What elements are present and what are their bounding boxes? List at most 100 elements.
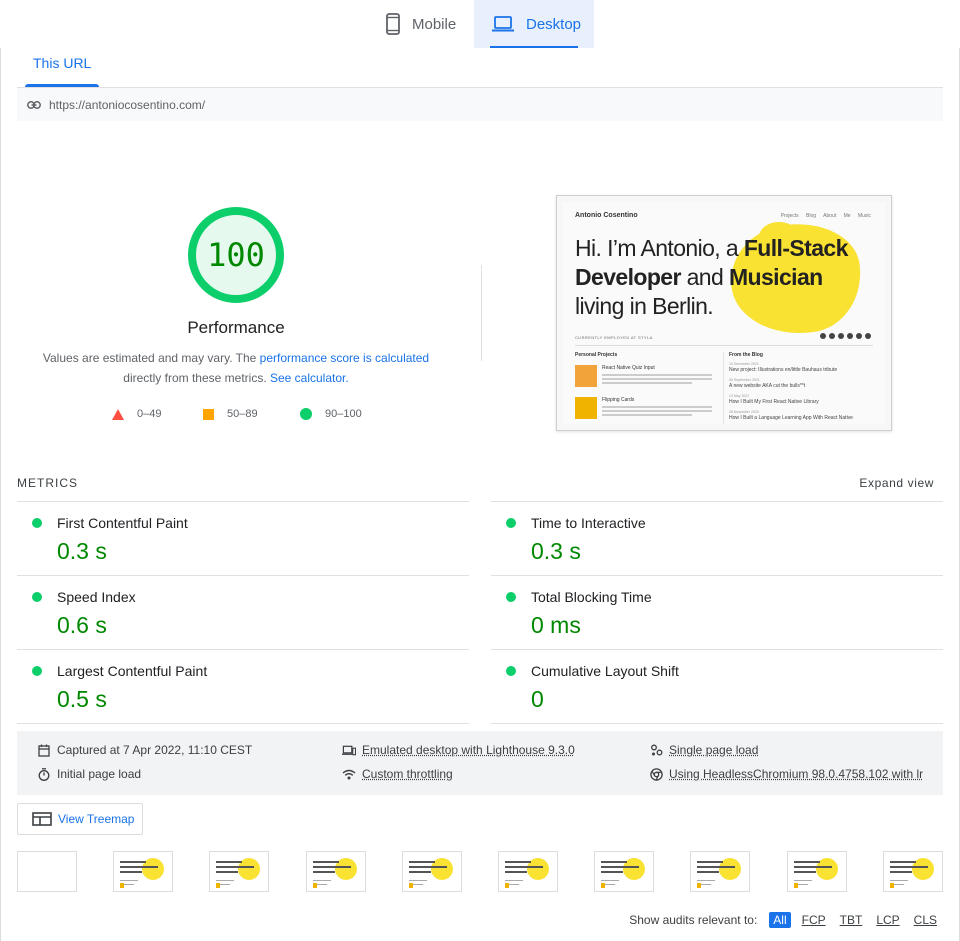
site-column-divider (723, 352, 724, 424)
filter-lcp[interactable]: LCP (873, 912, 902, 928)
devices-icon (342, 743, 356, 757)
project-line (602, 382, 692, 384)
project-thumb (575, 397, 597, 419)
site-brand: Antonio Cosentino (575, 212, 638, 219)
initial-page-load: Initial page load (37, 767, 141, 781)
circle-icon (300, 408, 312, 420)
filter-cls[interactable]: CLS (911, 912, 940, 928)
filmstrip-frame (690, 851, 750, 892)
report-frame (0, 48, 960, 941)
tab-this-url[interactable]: This URL (33, 55, 91, 71)
filmstrip-frame (306, 851, 366, 892)
throttling-text: Custom throttling (362, 767, 453, 781)
triangle-icon (112, 408, 124, 420)
metric-cls: Cumulative Layout Shift 0 (491, 649, 943, 724)
filter-tbt[interactable]: TBT (837, 912, 866, 928)
final-screenshot[interactable]: Antonio Cosentino Projects Blog About Me… (556, 195, 892, 431)
blog-item: 06 September 2021 A new website AKA cut t… (729, 378, 874, 389)
performance-score: 100 (207, 236, 265, 274)
hero-text-a: Hi. I’m Antonio, a (575, 235, 744, 261)
metric-tti: Time to Interactive 0.3 s (491, 501, 943, 575)
see-calculator-link[interactable]: See calculator. (270, 371, 349, 385)
metric-value: 0.3 s (531, 538, 581, 564)
tested-url: https://antoniocosentino.com/ (49, 97, 206, 112)
perf-desc-text-2: directly from these metrics. (123, 371, 270, 385)
audit-filter-label: Show audits relevant to: (629, 913, 758, 927)
tab-mobile-label: Mobile (412, 15, 457, 33)
network-throttling[interactable]: Custom throttling (342, 767, 453, 781)
filmstrip-frame-blank (17, 851, 77, 892)
legend-average-label: 50–89 (227, 408, 258, 420)
project-line (602, 410, 712, 412)
metric-name: First Contentful Paint (57, 515, 188, 531)
filmstrip-frame (498, 851, 558, 892)
filmstrip-frame (594, 851, 654, 892)
legend-pass: 90–100 (300, 408, 362, 420)
vertical-divider (481, 265, 482, 361)
single-page-session[interactable]: Single page load (649, 743, 758, 757)
initial-load-text: Initial page load (57, 767, 142, 781)
legend-fail-label: 0–49 (137, 408, 162, 420)
metric-value: 0.6 s (57, 612, 107, 638)
project-thumb (575, 365, 597, 387)
pass-circle-icon (32, 518, 42, 528)
blog-title: A new website AKA cut the bulls**t (729, 383, 806, 389)
blog-heading: From the Blog (729, 352, 763, 358)
site-divider (575, 345, 873, 346)
treemap-icon (32, 812, 52, 826)
chrome-icon (649, 767, 663, 781)
captured-at: Captured at 7 Apr 2022, 11:10 CEST (37, 743, 252, 757)
person-icon (649, 743, 663, 757)
metric-name: Total Blocking Time (531, 589, 652, 605)
metric-name: Speed Index (57, 589, 136, 605)
performance-score-link[interactable]: performance score is calculated (260, 351, 429, 365)
filter-all[interactable]: All (769, 912, 791, 928)
metric-name: Time to Interactive (531, 515, 646, 531)
pass-circle-icon (32, 592, 42, 602)
timer-icon (37, 767, 51, 781)
wifi-icon (342, 767, 356, 781)
filter-fcp[interactable]: FCP (799, 912, 829, 928)
metric-tbt: Total Blocking Time 0 ms (491, 575, 943, 649)
metric-name: Cumulative Layout Shift (531, 663, 679, 679)
site-hero: Hi. I’m Antonio, a Full-Stack Developer … (575, 234, 885, 321)
hero-text-d: and (680, 264, 729, 290)
metric-value: 0.5 s (57, 686, 107, 712)
tab-mobile[interactable]: Mobile (382, 0, 472, 48)
blog-item: 28 November 2020 How I Built a Language L… (729, 410, 874, 421)
calendar-icon (37, 743, 51, 757)
emulated-device[interactable]: Emulated desktop with Lighthouse 9.3.0 (342, 743, 575, 757)
expand-view-button[interactable]: Expand view (859, 476, 934, 490)
audit-filter: Show audits relevant to: All FCP TBT LCP… (629, 912, 940, 928)
filmstrip-frame (883, 851, 943, 892)
tab-desktop[interactable]: Desktop (474, 0, 594, 48)
project-line (602, 374, 712, 376)
site-nav: Projects Blog About Me Music (780, 213, 871, 219)
laptop-icon (492, 16, 514, 32)
legend-average: 50–89 (203, 408, 258, 420)
runtime-settings: Captured at 7 Apr 2022, 11:10 CEST Initi… (17, 731, 943, 795)
performance-gauge: 100 (186, 205, 286, 305)
browser-version[interactable]: Using HeadlessChromium 98.0.4758.102 wit… (649, 767, 923, 781)
perf-desc-text: Values are estimated and may vary. The (42, 351, 260, 365)
blog-title: How I Built My First React Native Librar… (729, 399, 819, 405)
link-icon (27, 100, 41, 109)
tab-desktop-label: Desktop (526, 15, 582, 33)
browser-text: Using HeadlessChromium 98.0.4758.102 wit… (669, 767, 924, 781)
project-line (602, 378, 712, 380)
metric-si: Speed Index 0.6 s (17, 575, 469, 649)
view-treemap-button[interactable]: View Treemap (17, 803, 143, 835)
pass-circle-icon (506, 518, 516, 528)
metric-value: 0 ms (531, 612, 581, 638)
metric-value: 0.3 s (57, 538, 107, 564)
metric-fcp: First Contentful Paint 0.3 s (17, 501, 469, 575)
mobile-phone-icon (386, 13, 400, 35)
pass-circle-icon (506, 592, 516, 602)
project-title: React Native Quiz Input (602, 365, 655, 371)
metric-lcp: Largest Contentful Paint 0.5 s (17, 649, 469, 724)
metric-value: 0 (531, 686, 544, 712)
filmstrip-frame (402, 851, 462, 892)
project-line (602, 406, 712, 408)
project-line (602, 414, 692, 416)
hero-text-c: Developer (575, 264, 681, 290)
